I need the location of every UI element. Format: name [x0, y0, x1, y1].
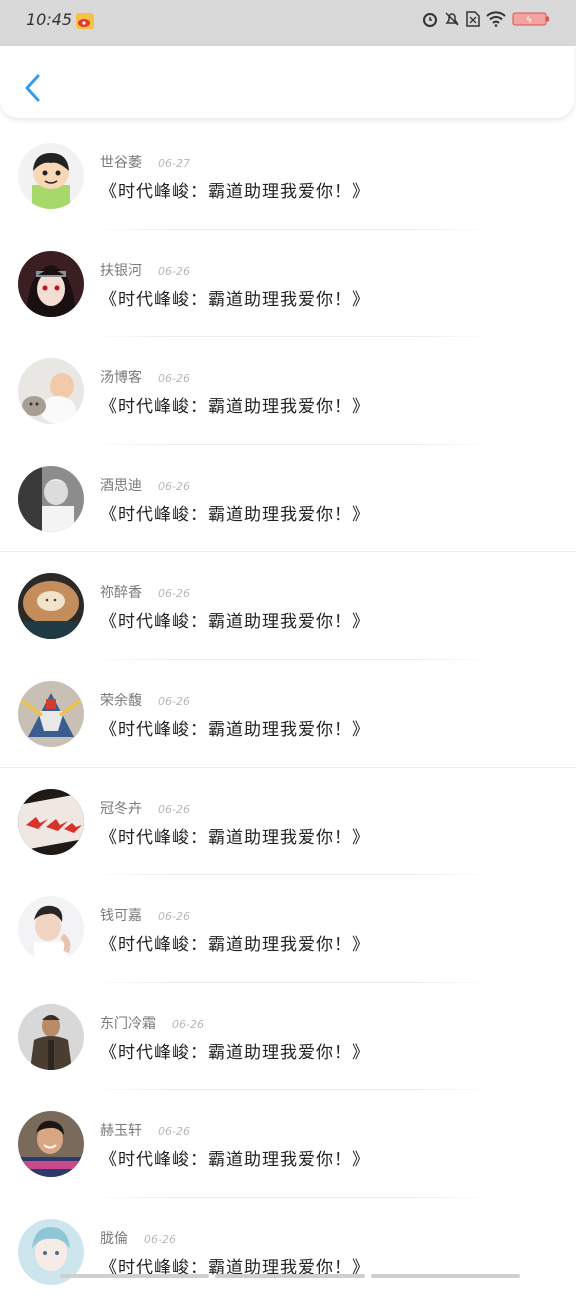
- anime-ninja-avatar[interactable]: [18, 251, 84, 317]
- comment-text: 《时代峰峻：霸道助理我爱你！》: [100, 285, 370, 310]
- comment-date: 06-26: [172, 1018, 204, 1031]
- no-sim-icon: [466, 11, 480, 31]
- top-app-bar: [0, 46, 574, 118]
- comment-date: 06-27: [158, 157, 190, 170]
- list-item[interactable]: 钱可嘉 06-26 《时代峰峻：霸道助理我爱你！》: [0, 875, 576, 983]
- alarm-icon: [422, 11, 438, 31]
- bw-boy-avatar[interactable]: [18, 466, 84, 532]
- smiling-man-avatar[interactable]: [18, 1111, 84, 1177]
- list-item[interactable]: 世谷萎 06-27 《时代峰峻：霸道助理我爱你！》: [0, 122, 576, 230]
- list-item[interactable]: 扶银河 06-26 《时代峰峻：霸道助理我爱你！》: [0, 230, 576, 338]
- paper-cranes-avatar[interactable]: [18, 789, 84, 855]
- commenter-name: 赫玉轩: [100, 1120, 142, 1140]
- status-time: 10:45: [26, 10, 72, 29]
- commenter-name: 荣余馥: [100, 690, 142, 710]
- commenter-name: 汤博客: [100, 367, 142, 387]
- indicator-segment: [215, 1274, 364, 1278]
- comment-date: 06-26: [158, 1125, 190, 1138]
- baby-cat-avatar[interactable]: [18, 358, 84, 424]
- list-item[interactable]: 赫玉轩 06-26 《时代峰峻：霸道助理我爱你！》: [0, 1090, 576, 1198]
- list-item[interactable]: 汤博客 06-26 《时代峰峻：霸道助理我爱你！》: [0, 337, 576, 445]
- comment-date: 06-26: [158, 265, 190, 278]
- commenter-name: 扶银河: [100, 260, 142, 280]
- chevron-left-icon: [18, 70, 46, 106]
- comment-date: 06-26: [158, 372, 190, 385]
- latte-art-avatar[interactable]: [18, 573, 84, 639]
- status-icons: ϟ: [422, 11, 550, 31]
- commenter-name: 东门冷霜: [100, 1013, 156, 1033]
- back-button[interactable]: [18, 70, 46, 106]
- robot-avatar[interactable]: [18, 681, 84, 747]
- commenter-name: 祢醉香: [100, 582, 142, 602]
- comment-text: 《时代峰峻：霸道助理我爱你！》: [100, 392, 370, 417]
- comment-date: 06-26: [158, 803, 190, 816]
- comment-text: 《时代峰峻：霸道助理我爱你！》: [100, 930, 370, 955]
- comment-date: 06-26: [158, 910, 190, 923]
- comment-text: 《时代峰峻：霸道助理我爱你！》: [100, 715, 370, 740]
- svg-text:ϟ: ϟ: [526, 16, 532, 26]
- list-item[interactable]: 荣余馥 06-26 《时代峰峻：霸道助理我爱你！》: [0, 660, 576, 768]
- indicator-segment: [371, 1274, 520, 1278]
- soldier-avatar[interactable]: [18, 1004, 84, 1070]
- indicator-segment: [60, 1274, 209, 1278]
- comment-text: 《时代峰峻：霸道助理我爱你！》: [100, 823, 370, 848]
- list-item[interactable]: 东门冷霜 06-26 《时代峰峻：霸道助理我爱你！》: [0, 983, 576, 1091]
- list-item[interactable]: 胧倫 06-26 《时代峰峻：霸道助理我爱你！》: [0, 1198, 576, 1306]
- mute-icon: [444, 11, 460, 31]
- young-man-avatar[interactable]: [18, 896, 84, 962]
- battery-low-icon: ϟ: [512, 11, 550, 31]
- comment-text: 《时代峰峻：霸道助理我爱你！》: [100, 1038, 370, 1063]
- commenter-name: 酒思迪: [100, 475, 142, 495]
- commenter-name: 钱可嘉: [100, 905, 142, 925]
- cartoon-boy-avatar[interactable]: [18, 143, 84, 209]
- list-item[interactable]: 酒思迪 06-26 《时代峰峻：霸道助理我爱你！》: [0, 445, 576, 553]
- comment-date: 06-26: [158, 480, 190, 493]
- comment-text: 《时代峰峻：霸道助理我爱你！》: [100, 607, 370, 632]
- list-item[interactable]: 祢醉香 06-26 《时代峰峻：霸道助理我爱你！》: [0, 552, 576, 660]
- comment-list: 世谷萎 06-27 《时代峰峻：霸道助理我爱你！》 扶银河 06-26 《时代峰…: [0, 122, 576, 1306]
- status-bar: 10:45 ϟ: [0, 0, 576, 46]
- wifi-icon: [486, 11, 506, 31]
- commenter-name: 胧倫: [100, 1228, 128, 1248]
- comment-date: 06-26: [158, 695, 190, 708]
- commenter-name: 世谷萎: [100, 152, 142, 172]
- scroll-indicator: [60, 1274, 520, 1278]
- comment-text: 《时代峰峻：霸道助理我爱你！》: [100, 500, 370, 525]
- weibo-icon: [76, 13, 94, 29]
- list-item[interactable]: 冠冬卉 06-26 《时代峰峻：霸道助理我爱你！》: [0, 768, 576, 876]
- comment-text: 《时代峰峻：霸道助理我爱你！》: [100, 1145, 370, 1170]
- comment-date: 06-26: [158, 587, 190, 600]
- comment-text: 《时代峰峻：霸道助理我爱你！》: [100, 177, 370, 202]
- commenter-name: 冠冬卉: [100, 798, 142, 818]
- comment-date: 06-26: [144, 1233, 176, 1246]
